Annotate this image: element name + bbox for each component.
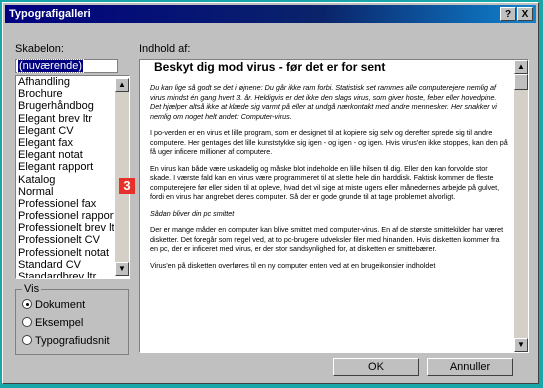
template-current-value: (nuværende)	[17, 59, 84, 73]
template-list-item[interactable]: Professionelt CV	[18, 234, 114, 246]
preview-paragraph: Der er mange måder en computer kan blive…	[150, 225, 504, 253]
view-group-label: Vis	[22, 283, 42, 295]
template-list-item[interactable]: Afhandling	[18, 76, 114, 88]
template-list-item[interactable]: Professionel rapport	[18, 210, 114, 222]
template-list-items: Afhandling Brochure Brugerhåndbog Elegant b…	[18, 76, 114, 278]
document-preview: Beskyt dig mod virus - før det er for se…	[139, 59, 529, 353]
radio-icon	[22, 317, 32, 327]
template-list-scrollbar[interactable]: ▲ ▼	[115, 78, 129, 276]
template-list-item[interactable]: Professionelt notat	[18, 247, 114, 259]
help-button[interactable]: ?	[500, 7, 516, 21]
preview-label: Indhold af:	[139, 43, 191, 55]
template-list-item[interactable]: Standardbrev ltr	[18, 271, 114, 278]
radio-example-label: Eksempel	[35, 317, 84, 329]
template-list-item[interactable]: Brugerhåndbog	[18, 100, 114, 112]
scroll-up-icon[interactable]: ▲	[514, 60, 528, 74]
template-label: Skabelon:	[15, 43, 64, 55]
preview-scrollbar[interactable]: ▲ ▼	[514, 60, 528, 352]
preview-paragraph: I po-verden er en virus et lille program…	[150, 128, 508, 156]
template-list-item[interactable]: Brochure	[18, 88, 114, 100]
template-list-item[interactable]: Elegant rapport	[18, 161, 114, 173]
cancel-button[interactable]: Annuller	[427, 358, 513, 376]
preview-lead: Du kan lige så godt se det i øjnene: Du …	[150, 83, 497, 121]
ok-button[interactable]: OK	[333, 358, 419, 376]
radio-style-sample-label: Typografiudsnit	[35, 335, 110, 347]
template-list-item[interactable]: Elegant CV	[18, 125, 114, 137]
preview-heading: Beskyt dig mod virus - før det er for se…	[154, 60, 386, 74]
template-list-item[interactable]: Professionel fax	[18, 198, 114, 210]
radio-example[interactable]: Eksempel	[22, 316, 83, 330]
radio-document-label: Dokument	[35, 299, 86, 311]
template-list-item[interactable]: Elegant fax	[18, 137, 114, 149]
radio-selected-icon	[22, 299, 32, 309]
style-gallery-dialog: Typografigalleri ? X Skabelon: (nuværend…	[2, 2, 539, 384]
view-group: Vis Dokument Eksempel Typografiudsnit	[15, 283, 129, 355]
template-list-item[interactable]: Elegant brev ltr	[18, 113, 114, 125]
radio-style-sample[interactable]: Typografiudsnit	[22, 334, 110, 348]
preview-subheading: Sådan bliver din pc smittet	[150, 208, 235, 218]
scroll-down-icon[interactable]: ▼	[514, 338, 528, 352]
preview-paragraph: Virus'en på disketten overføres til en n…	[150, 260, 436, 270]
radio-document[interactable]: Dokument	[22, 298, 85, 312]
scroll-down-icon[interactable]: ▼	[115, 262, 129, 276]
step-number-badge: 3	[119, 178, 135, 194]
close-button[interactable]: X	[517, 7, 533, 21]
template-list-item[interactable]: Normal	[18, 186, 114, 198]
preview-paragraph: En virus kan både være uskadelig og måsk…	[150, 163, 500, 202]
window-title: Typografigalleri	[9, 8, 91, 20]
scroll-up-icon[interactable]: ▲	[115, 78, 129, 92]
preview-document: Beskyt dig mod virus - før det er for se…	[148, 60, 508, 277]
template-list-item[interactable]: Professionelt brev lt	[18, 222, 114, 234]
template-input[interactable]: (nuværende)	[15, 59, 118, 73]
template-list-item[interactable]: Katalog	[18, 174, 114, 186]
radio-icon	[22, 335, 32, 345]
scroll-thumb[interactable]	[514, 74, 528, 90]
template-list-item[interactable]: Elegant notat	[18, 149, 114, 161]
template-list-item[interactable]: Standard CV	[18, 259, 114, 271]
title-bar: Typografigalleri ? X	[5, 5, 536, 23]
template-list[interactable]: Afhandling Brochure Brugerhåndbog Elegant b…	[15, 75, 130, 279]
